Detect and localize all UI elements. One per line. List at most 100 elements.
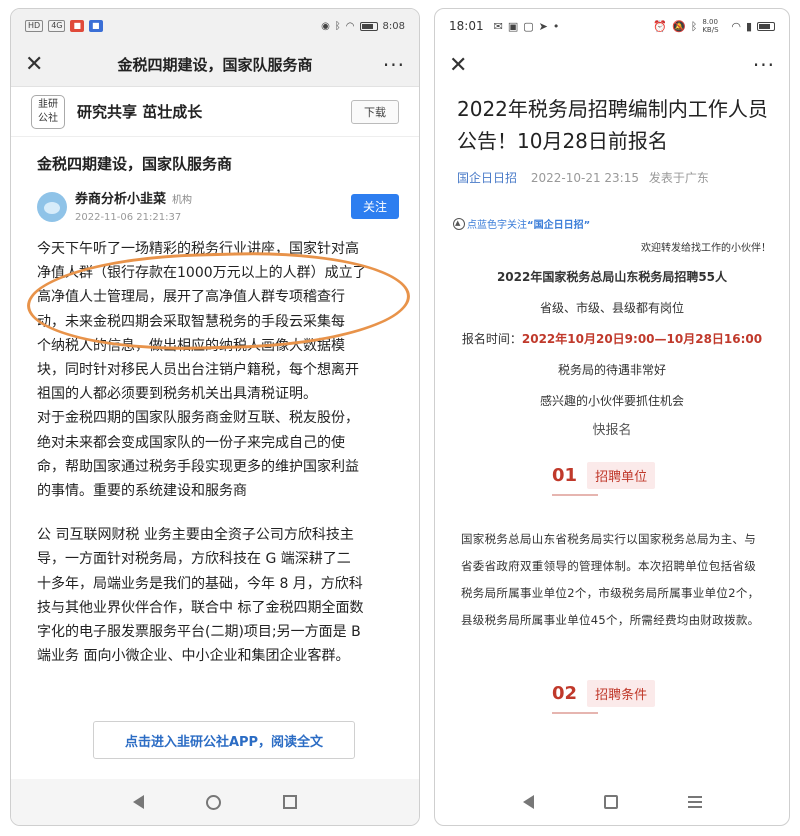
more-options-icon[interactable]: ··· [747,53,775,77]
battery-icon [757,21,775,31]
logo-text-line1: 韭研 [38,98,58,110]
publish-date: 2022-10-21 23:15 [530,171,639,185]
title-bar: ✕ ··· [435,43,789,87]
section-paragraph: 国家税务总局山东省税务局实行以国家税务总局为主、与省委省政府双重领导的管理体制。… [461,532,760,627]
follow-icon [453,217,465,230]
body-line: 祖国的人都必须要到税务机关出具清税证明。 [37,386,317,403]
body-line: 高净值人士管理局，展开了高净值人群专项稽查行 [37,289,345,306]
section-label: 招聘条件 [587,679,656,707]
logo-text-line2: 公社 [38,112,58,124]
dot-icon: • [552,19,560,33]
status-bar: 18:01 ✉ ▣ ▢ ➤ • ⏰ 🔕 ᛒ 8.00 KB/S ◠ ▮ [435,9,789,43]
status-icons-right: ◉ ᛒ ◠ 8:08 [321,21,405,32]
more-options-icon[interactable]: ··· [377,53,405,77]
app-notification-icon-2: ■ [89,20,103,32]
body-line: 净值人群（银行存款在1000万元以上的人群）成立了 [37,265,367,282]
wifi-icon: ◠ [345,20,355,32]
body-line: 个纳税人的信息，做出相应的纳税人画像大数据模 [37,337,345,354]
publish-location: 发表于广东 [648,171,709,185]
interest-text: 感兴趣的小伙伴要抓住机会 [539,394,684,408]
author-name-text: 券商分析小韭菜 [75,192,167,207]
body-line: 今天下午听了一场精彩的税务行业讲座，国家针对高 [37,241,359,257]
back-icon[interactable] [522,795,534,809]
author-row: 券商分析小韭菜 机构 2022-11-06 21:21:37 关注 [37,188,399,223]
download-button[interactable]: 下载 [351,99,399,124]
body-line: 十多年，局端业务是我们的基础，今年 8 月，方欣科 [37,575,363,592]
system-nav-bar [11,779,419,825]
body-line: 命，帮助国家通过税务手段实现更多的维护国家利益 [37,458,359,475]
app-banner: 韭研 公社 研究共享 茁壮成长 下载 [11,87,419,137]
left-phone-screen: HD 4G ■ ■ ◉ ᛒ ◠ 8:08 ✕ 金税四期建设，国家队服务商 ···… [10,8,420,826]
source-account-link[interactable]: 国企日日招 [457,171,517,185]
body-line: 对于金税四期的国家队服务商金财互联、税友股份， [37,410,359,427]
net-speed: 8.00 KB/S [702,18,719,34]
mute-icon: 🔕 [672,19,686,33]
body-line: 动，未来金税四期会采取智慧税务的手段云采集每 [37,313,345,330]
mail-icon: ✉ [493,19,503,33]
section-number: 02 [552,682,578,704]
time-value: 2022年10月20日9:00—10月28日16:00 [521,332,763,346]
follow-button[interactable]: 关注 [350,194,399,219]
section-header-1: 01 招聘单位 [552,460,672,496]
system-nav-bar [435,779,789,825]
author-tag: 机构 [172,195,193,206]
article-meta: 国企日日招 2022-10-21 23:15 发表于广东 [453,169,771,186]
status-icons-left: ✉ ▣ ▢ ➤ • [494,20,560,33]
welcome-text: 欢迎转发给找工作的小伙伴！ [641,243,771,254]
quick-register-text: 快报名 [592,423,632,438]
close-icon[interactable]: ✕ [449,53,477,78]
app-logo: 韭研 公社 [31,94,65,129]
body-line: 导，一方面针对税务局，方欣科技在 G 端深耕了二 [37,551,351,568]
facebook-icon: ▣ [507,19,519,33]
registration-time: 报名时间：2022年10月20日9:00—10月28日16:00 [453,330,771,347]
telegram-icon: ➤ [538,19,548,33]
follow-account-link[interactable]: “国企日日招” [527,216,590,231]
wifi-icon: ◠ [731,19,741,33]
bluetooth-icon: ᛒ [690,19,698,33]
battery-icon [359,21,378,31]
recent-apps-icon[interactable] [283,795,297,809]
section-number: 01 [552,464,578,486]
signal-icon: ▮ [745,19,752,33]
section-header-2: 02 招聘条件 [552,678,672,714]
page-title: 金税四期建设，国家队服务商 [117,56,313,74]
eye-icon: ◉ [321,20,330,32]
body-line: 绝对未来都会变成国家队的一份子来完成自己的使 [37,434,345,451]
avatar[interactable] [37,192,67,222]
signal-icon: HD [25,20,44,32]
post-date: 2022-11-06 21:21:37 [75,212,182,223]
app-icon: ▢ [523,19,534,33]
time-label: 报名时间： [461,332,522,346]
article-title: 金税四期建设，国家队服务商 [37,155,233,173]
section-label: 招聘单位 [587,461,656,489]
home-icon[interactable] [603,795,618,809]
back-icon[interactable] [133,795,144,809]
body-line: 技与其他业界伙伴合作，联合中 标了金税四期全面数 [37,599,364,616]
close-icon[interactable]: ✕ [25,52,53,77]
read-full-article-button[interactable]: 点击进入韭研公社APP，阅读全文 [93,721,355,759]
app-notification-icon: ■ [70,20,85,32]
follow-prefix: 点蓝色字关注 [467,220,527,231]
status-icons-right: ⏰ 🔕 ᛒ 8.00 KB/S ◠ ▮ [653,18,775,34]
body-line: 公 司互联网财税 业务主要由全资子公司方欣科技主 [37,527,354,544]
menu-icon[interactable] [687,796,702,808]
status-icons-left: HD 4G ■ ■ [25,20,103,32]
clock: 18:01 [449,19,484,33]
body-line: 的事情。重要的系统建设和服务商 [37,483,247,500]
network-icon: 4G [48,20,66,32]
right-phone-screen: 18:01 ✉ ▣ ▢ ➤ • ⏰ 🔕 ᛒ 8.00 KB/S ◠ ▮ ✕ ··… [434,8,790,826]
banner-slogan: 研究共享 茁壮成长 [77,103,203,121]
home-icon[interactable] [206,794,221,810]
treatment-text: 税务局的待遇非常好 [557,363,666,377]
status-bar: HD 4G ■ ■ ◉ ᛒ ◠ 8:08 [11,9,419,43]
headline: 2022年国家税务总局山东税务局招聘55人 [496,270,728,284]
posts-text: 省级、市级、县级都有岗位 [539,301,684,315]
follow-prompt: 点蓝色字关注“国企日日招” [453,216,771,231]
body-line: 块，同时针对移民人员出台注销户籍税，每个想离开 [37,362,359,379]
author-info: 券商分析小韭菜 机构 2022-11-06 21:21:37 [75,188,351,223]
article: 金税四期建设，国家队服务商 券商分析小韭菜 机构 2022-11-06 21:21… [11,137,419,668]
body-line: 字化的电子服发票服务平台(二期)项目;另一方面是 B [37,624,361,641]
alarm-icon: ⏰ [653,19,668,33]
author-name[interactable]: 券商分析小韭菜 机构 [75,188,351,207]
article: 2022年税务局招聘编制内工作人员公告！10月28日前报名 国企日日招 2022… [435,93,789,714]
